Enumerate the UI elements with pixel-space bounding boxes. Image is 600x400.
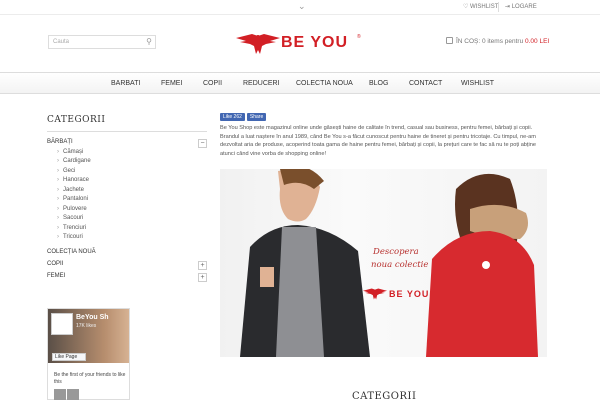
sidebar-item-barbati[interactable]: BĂRBAȚI (47, 139, 73, 145)
banner-subheadline: noua colectie (371, 260, 429, 270)
subcategory-link[interactable]: Cămași (57, 149, 83, 155)
intro-text: Be You Shop este magazinul online unde g… (220, 125, 536, 157)
subcategory-link[interactable]: Pulovere (57, 206, 87, 212)
facebook-like-page-button[interactable]: Like Page (52, 353, 86, 361)
login-link[interactable]: ⇥ LOGARE (505, 3, 537, 10)
section-title: CATEGORII (352, 391, 417, 400)
registered-mark: ® (357, 34, 361, 40)
cart-price: 0.00 LEI (525, 38, 550, 45)
sidebar-item-copii[interactable]: COPII (47, 261, 63, 267)
sidebar-item-colectia-noua[interactable]: COLECȚIA NOUĂ (47, 249, 96, 255)
logo[interactable]: BE YOU ® (236, 30, 366, 58)
search-placeholder: Cauta (53, 39, 70, 45)
nav-item-femei[interactable]: FEMEI (161, 80, 182, 87)
subcategory-link[interactable]: Trenciuri (57, 225, 86, 231)
facebook-page-name[interactable]: BeYou Sh (76, 314, 109, 321)
sidebar-item-femei[interactable]: FEMEI (47, 273, 65, 279)
nav-item-copii[interactable]: COPII (203, 80, 222, 87)
subcategory-link[interactable]: Jachete (57, 187, 84, 193)
search-input[interactable]: Cauta ⚲ (48, 35, 156, 49)
divider (498, 2, 499, 12)
subcategory-link[interactable]: Geci (57, 168, 75, 174)
facebook-friends-text: Be the first of your friends to like thi… (54, 372, 126, 385)
expand-toggle[interactable]: + (198, 261, 207, 270)
banner-brand: BE YOU (389, 289, 430, 299)
wishlist-link[interactable]: ♡ WISHLIST (463, 3, 498, 10)
nav-item-contact[interactable]: CONTACT (409, 80, 442, 87)
cart-icon (446, 37, 453, 44)
subcategory-link[interactable]: Cardigane (57, 158, 91, 164)
facebook-like-count: 17K likes (76, 323, 97, 329)
subcategory-link[interactable]: Tricouri (57, 234, 83, 240)
nav-item-reduceri[interactable]: REDUCERI (243, 80, 280, 87)
share-button[interactable]: Share (246, 113, 267, 121)
subcategory-link[interactable]: Hanorace (57, 177, 89, 183)
subcategory-link[interactable]: Pantaloni (57, 196, 88, 202)
eagle-logo-icon (363, 288, 387, 300)
like-button[interactable]: Like 262 (220, 113, 245, 121)
eagle-logo-icon (236, 34, 280, 54)
main-nav: BARBATI FEMEI COPII REDUCERI COLECTIA NO… (0, 72, 600, 94)
social-buttons: Like 262 Share (220, 105, 268, 121)
hero-banner[interactable]: Descopera noua colectie BE YOU (220, 169, 547, 357)
subcategory-link[interactable]: Sacouri (57, 215, 83, 221)
nav-item-blog[interactable]: BLOG (369, 80, 388, 87)
nav-item-wishlist[interactable]: WISHLIST (461, 80, 494, 87)
sidebar-title: CATEGORII (47, 115, 106, 125)
nav-item-colectia-noua[interactable]: COLECTIA NOUA (296, 80, 353, 87)
top-bar: ⌄ ♡ WISHLIST ⇥ LOGARE (0, 0, 600, 15)
cart-summary[interactable]: ÎN COȘ: 0 items pentru 0.00 LEI (446, 37, 549, 45)
chevron-down-icon[interactable]: ⌄ (298, 1, 306, 12)
nav-item-barbati[interactable]: BARBATI (111, 80, 140, 87)
logo-text: BE YOU (281, 34, 349, 51)
search-icon[interactable]: ⚲ (146, 37, 152, 46)
divider (47, 131, 207, 132)
wishlist-label: WISHLIST (470, 4, 499, 10)
facebook-page-avatar[interactable] (51, 313, 73, 335)
banner-headline: Descopera (373, 247, 419, 257)
collapse-toggle[interactable]: − (198, 139, 207, 148)
expand-toggle[interactable]: + (198, 273, 207, 282)
facebook-widget: BeYou Sh 17K likes Like Page Be the firs… (47, 308, 130, 400)
facebook-friend-avatars (54, 388, 94, 400)
login-label: LOGARE (511, 4, 537, 10)
cart-label: ÎN COȘ: 0 items pentru (456, 38, 524, 45)
